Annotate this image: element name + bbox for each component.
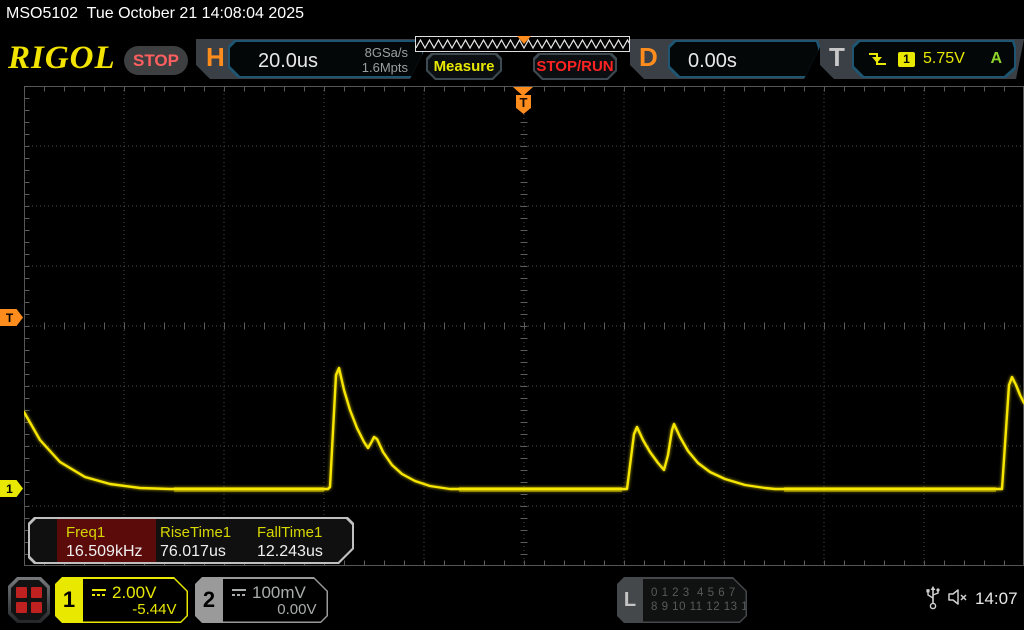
channel1-scale: 2.00V [112, 582, 157, 602]
measure-button[interactable]: Measure [426, 53, 502, 80]
run-state-indicator[interactable]: STOP [124, 46, 188, 75]
rigol-logo: RIGOL [8, 40, 116, 76]
horizontal-inner-box: 20.0us 8GSa/s 1.6Mpts [228, 40, 424, 78]
usb-icon [926, 586, 940, 610]
channel1-offset: -5.44V [132, 600, 177, 618]
horizontal-settings-box[interactable]: H 20.0us 8GSa/s 1.6Mpts [196, 39, 430, 79]
channel2-panel[interactable]: 2 100mV 0.00V [195, 577, 328, 623]
logic-channels-row2: 8 9 10 11 12 13 14 15 [651, 601, 773, 613]
channel2-number: 2 [202, 587, 216, 612]
trigger-position-triangle-icon[interactable] [513, 87, 533, 96]
delay-label: D [639, 42, 658, 72]
trigger-label: T [829, 42, 845, 72]
speaker-muted-icon[interactable] [947, 588, 969, 606]
trigger-status: A [990, 50, 1002, 67]
main-menu-button[interactable] [8, 577, 50, 623]
oscilloscope-screen: MSO5102 Tue October 21 14:08:04 2025 RIG… [0, 0, 1024, 630]
measurement-results-panel[interactable]: Freq1 16.509kHz RiseTime1 76.017us FallT… [28, 517, 354, 564]
channel1-panel[interactable]: 1 2.00V -5.44V [55, 577, 188, 623]
delay-value: 0.00s [688, 50, 737, 72]
trigger-inner-box: 1 5.75V A [852, 40, 1016, 78]
overview-position-icon[interactable] [517, 36, 531, 44]
delay-inner-box: 0.00s [668, 40, 820, 78]
channel1-number: 1 [62, 587, 76, 612]
trigger-level-value: 5.75V [923, 50, 965, 67]
channel2-scale: 100mV [252, 582, 306, 602]
memory-depth: 1.6Mpts [361, 60, 408, 75]
grid-menu-icon [11, 580, 47, 620]
acquisition-info: 8GSa/s 1.6Mpts [362, 45, 408, 75]
trigger-source-badge: 1 [898, 52, 915, 67]
dc-coupling-icon [91, 588, 107, 598]
ch1-ground-marker[interactable]: 1 [0, 480, 23, 497]
trigger-slope-icon [868, 51, 888, 67]
trigger-level-marker[interactable]: T [0, 309, 23, 326]
graticule [24, 86, 1024, 566]
channel2-offset: 0.00V [277, 600, 317, 618]
model-and-datetime: MSO5102 Tue October 21 14:08:04 2025 [6, 5, 304, 22]
dc-coupling-icon [231, 588, 247, 598]
logic-channels-row1: 0 1 2 3 4 5 6 7 [651, 587, 736, 599]
timebase-value: 20.0us [258, 50, 319, 72]
trigger-settings-box[interactable]: T 1 5.75V A [820, 39, 1024, 79]
logic-panel-label: L [623, 588, 637, 611]
logic-channels-panel[interactable]: L 0 1 2 3 4 5 6 7 8 9 10 11 12 13 14 15 [617, 577, 747, 623]
stop-run-button[interactable]: STOP/RUN [533, 53, 617, 80]
run-state-label: STOP [133, 50, 179, 70]
delay-settings-box[interactable]: D 0.00s [630, 39, 824, 79]
clock: 14:07 [975, 589, 1018, 608]
horizontal-label: H [206, 42, 225, 72]
sample-rate: 8GSa/s [364, 45, 408, 60]
